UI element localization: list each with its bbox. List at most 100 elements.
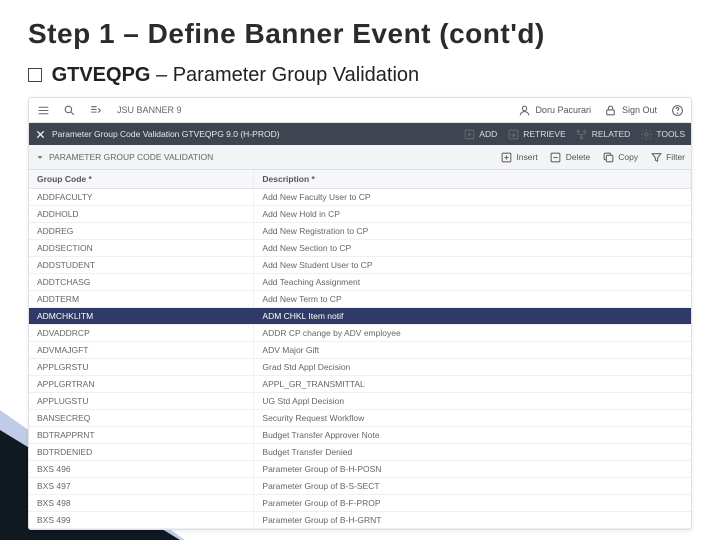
cell-group-code[interactable]: BXS 499 <box>29 512 254 529</box>
col-group-code[interactable]: Group Code * <box>29 170 254 189</box>
table-row[interactable]: ADDTERMAdd New Term to CP <box>29 291 691 308</box>
tools-label: TOOLS <box>656 129 685 139</box>
table-row[interactable]: ADDTCHASGAdd Teaching Assignment <box>29 274 691 291</box>
cell-description[interactable]: Parameter Group of B-H-POSN <box>254 461 691 478</box>
cell-group-code[interactable]: BXS 497 <box>29 478 254 495</box>
tools-button[interactable]: TOOLS <box>638 126 685 142</box>
cell-description[interactable]: Add New Section to CP <box>254 240 691 257</box>
table-row[interactable]: BXS 497Parameter Group of B-S-SECT <box>29 478 691 495</box>
table-row[interactable]: ADDSTUDENTAdd New Student User to CP <box>29 257 691 274</box>
cell-description[interactable]: Parameter Group of B-F-PROP <box>254 495 691 512</box>
menu-icon[interactable] <box>35 102 51 118</box>
cell-group-code[interactable]: APPLGRTRAN <box>29 376 254 393</box>
recent-icon[interactable] <box>87 102 103 118</box>
cell-description[interactable]: Add New Term to CP <box>254 291 691 308</box>
delete-icon <box>548 149 564 165</box>
cell-description[interactable]: Parameter Group of B-H-GRNT <box>254 512 691 529</box>
cell-group-code[interactable]: BDTRAPPRNT <box>29 427 254 444</box>
filter-button[interactable]: Filter <box>648 149 685 165</box>
copy-icon <box>600 149 616 165</box>
insert-label: Insert <box>516 152 537 162</box>
cell-group-code[interactable]: BXS 496 <box>29 461 254 478</box>
app-name: JSU BANNER 9 <box>117 105 506 115</box>
table-row[interactable]: BXS 496Parameter Group of B-H-POSN <box>29 461 691 478</box>
retrieve-button[interactable]: RETRIEVE <box>505 126 566 142</box>
table-row[interactable]: ADVMAJGFTADV Major Gift <box>29 342 691 359</box>
table-row[interactable]: BANSECREQSecurity Request Workflow <box>29 410 691 427</box>
related-icon <box>574 126 590 142</box>
cell-description[interactable]: Budget Transfer Denied <box>254 444 691 461</box>
table-row[interactable]: BXS 499Parameter Group of B-H-GRNT <box>29 512 691 529</box>
cell-description[interactable]: ADM CHKL Item notif <box>254 308 691 325</box>
cell-description[interactable]: Parameter Group of B-S-SECT <box>254 478 691 495</box>
delete-button[interactable]: Delete <box>548 149 591 165</box>
filter-icon <box>648 149 664 165</box>
add-icon <box>461 126 477 142</box>
cell-group-code[interactable]: APPLGRSTU <box>29 359 254 376</box>
table-row[interactable]: ADVADDRCPADDR CP change by ADV employee <box>29 325 691 342</box>
table-row[interactable]: BXS 498Parameter Group of B-F-PROP <box>29 495 691 512</box>
cell-group-code[interactable]: ADDSTUDENT <box>29 257 254 274</box>
search-icon[interactable] <box>61 102 77 118</box>
chevron-down-icon[interactable] <box>35 152 45 162</box>
add-label: ADD <box>479 129 497 139</box>
user-name: Doru Pacurari <box>535 105 591 115</box>
code-name: GTVEQPG <box>52 64 151 86</box>
cell-description[interactable]: UG Std Appl Decision <box>254 393 691 410</box>
help-icon[interactable] <box>669 102 685 118</box>
close-icon[interactable] <box>35 129 46 140</box>
cell-description[interactable]: ADDR CP change by ADV employee <box>254 325 691 342</box>
cell-group-code[interactable]: BXS 498 <box>29 495 254 512</box>
slide-title: Step 1 – Define Banner Event (cont'd) <box>28 18 692 50</box>
cell-group-code[interactable]: APPLUGSTU <box>29 393 254 410</box>
code-desc: – Parameter Group Validation <box>150 64 419 86</box>
cell-group-code[interactable]: ADVMAJGFT <box>29 342 254 359</box>
page-titlebar: Parameter Group Code Validation GTVEQPG … <box>29 123 691 145</box>
user-area[interactable]: Doru Pacurari <box>516 102 591 118</box>
table-row[interactable]: ADDFACULTYAdd New Faculty User to CP <box>29 189 691 206</box>
cell-group-code[interactable]: ADDTERM <box>29 291 254 308</box>
cell-group-code[interactable]: ADMCHKLITM <box>29 308 254 325</box>
table-row[interactable]: ADDHOLDAdd New Hold in CP <box>29 206 691 223</box>
cell-group-code[interactable]: ADDFACULTY <box>29 189 254 206</box>
copy-button[interactable]: Copy <box>600 149 638 165</box>
signout-label: Sign Out <box>622 105 657 115</box>
related-button[interactable]: RELATED <box>574 126 631 142</box>
table-row[interactable]: ADDREGAdd New Registration to CP <box>29 223 691 240</box>
cell-description[interactable]: Grad Std Appl Decision <box>254 359 691 376</box>
section-header: PARAMETER GROUP CODE VALIDATION Insert D… <box>29 145 691 170</box>
cell-group-code[interactable]: ADDSECTION <box>29 240 254 257</box>
table-row[interactable]: ADMCHKLITMADM CHKL Item notif <box>29 308 691 325</box>
table-row[interactable]: BDTRAPPRNTBudget Transfer Approver Note <box>29 427 691 444</box>
cell-description[interactable]: Budget Transfer Approver Note <box>254 427 691 444</box>
table-row[interactable]: APPLUGSTUUG Std Appl Decision <box>29 393 691 410</box>
cell-description[interactable]: ADV Major Gift <box>254 342 691 359</box>
table-row[interactable]: BDTRDENIEDBudget Transfer Denied <box>29 444 691 461</box>
cell-description[interactable]: Security Request Workflow <box>254 410 691 427</box>
cell-description[interactable]: Add New Student User to CP <box>254 257 691 274</box>
cell-group-code[interactable]: ADVADDRCP <box>29 325 254 342</box>
signout-link[interactable]: Sign Out <box>603 102 657 118</box>
cell-group-code[interactable]: ADDHOLD <box>29 206 254 223</box>
cell-description[interactable]: Add New Faculty User to CP <box>254 189 691 206</box>
insert-button[interactable]: Insert <box>498 149 537 165</box>
app-topbar: JSU BANNER 9 Doru Pacurari Sign Out <box>29 98 691 123</box>
cell-description[interactable]: Add New Hold in CP <box>254 206 691 223</box>
table-row[interactable]: APPLGRTRANAPPL_GR_TRANSMITTAL <box>29 376 691 393</box>
user-icon <box>516 102 532 118</box>
cell-description[interactable]: APPL_GR_TRANSMITTAL <box>254 376 691 393</box>
cell-group-code[interactable]: ADDTCHASG <box>29 274 254 291</box>
cell-group-code[interactable]: ADDREG <box>29 223 254 240</box>
data-grid[interactable]: Group Code * Description * ADDFACULTYAdd… <box>29 170 691 529</box>
copy-label: Copy <box>618 152 638 162</box>
cell-group-code[interactable]: BDTRDENIED <box>29 444 254 461</box>
page-title: Parameter Group Code Validation GTVEQPG … <box>52 129 280 139</box>
table-row[interactable]: ADDSECTIONAdd New Section to CP <box>29 240 691 257</box>
cell-group-code[interactable]: BANSECREQ <box>29 410 254 427</box>
cell-description[interactable]: Add Teaching Assignment <box>254 274 691 291</box>
table-row[interactable]: APPLGRSTUGrad Std Appl Decision <box>29 359 691 376</box>
col-description[interactable]: Description * <box>254 170 691 189</box>
add-button[interactable]: ADD <box>461 126 497 142</box>
cell-description[interactable]: Add New Registration to CP <box>254 223 691 240</box>
section-title: PARAMETER GROUP CODE VALIDATION <box>49 152 213 162</box>
